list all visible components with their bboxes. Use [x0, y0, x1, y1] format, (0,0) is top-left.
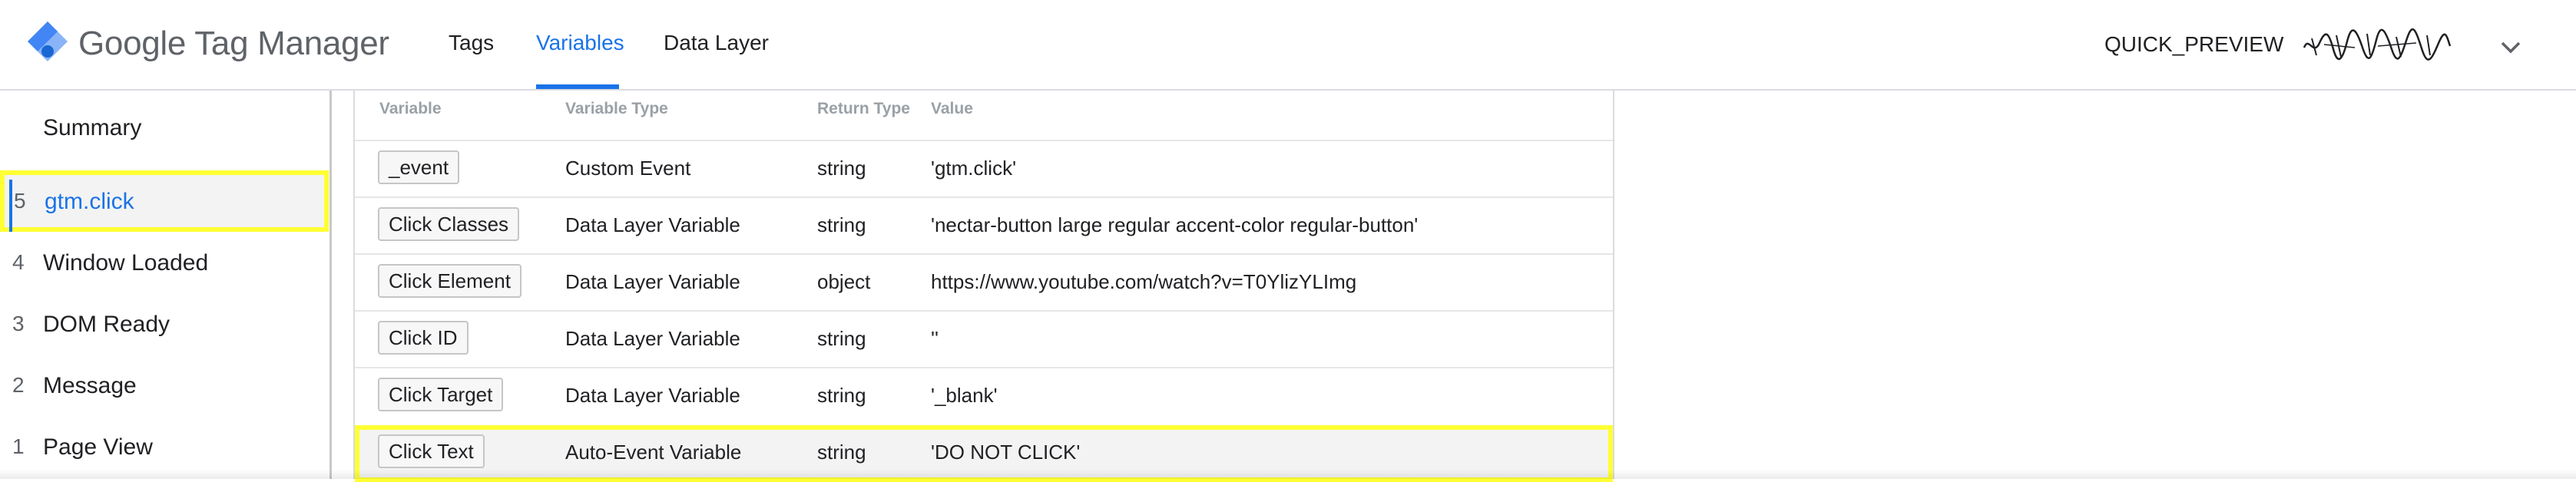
- sidebar-item-page-view[interactable]: 1 Page View: [0, 416, 329, 477]
- return-type-cell: string: [817, 327, 866, 350]
- column-header-variable: Variable: [379, 100, 442, 117]
- column-header-return-type: Return Type: [817, 100, 910, 117]
- chevron-down-icon[interactable]: [2496, 32, 2525, 61]
- table-row: Click ID Data Layer Variable string '': [355, 310, 1613, 367]
- event-number: 3: [12, 312, 25, 335]
- column-header-value: Value: [931, 100, 973, 117]
- variable-type-cell: Custom Event: [565, 157, 691, 180]
- table-row: Click Element Data Layer Variable object…: [355, 253, 1613, 310]
- variable-type-cell: Data Layer Variable: [565, 270, 740, 293]
- return-type-cell: string: [817, 384, 866, 407]
- app-title[interactable]: Google Tag Manager: [78, 25, 389, 63]
- return-type-cell: string: [817, 441, 866, 464]
- sidebar-item-summary[interactable]: Summary: [0, 97, 329, 158]
- sidebar-item-label: Window Loaded: [43, 250, 209, 276]
- top-bar: Google Tag Manager Tags Variables Data L…: [0, 0, 2576, 91]
- sidebar-item-label: Page View: [43, 434, 153, 460]
- return-type-cell: object: [817, 270, 871, 293]
- return-type-cell: string: [817, 157, 866, 180]
- variable-type-cell: Data Layer Variable: [565, 384, 740, 407]
- sidebar-item-label: gtm.click: [45, 189, 134, 214]
- sidebar-item-label: Message: [43, 373, 137, 398]
- variable-chip[interactable]: Click Text: [378, 434, 485, 468]
- bottom-shadow: [0, 470, 2576, 479]
- sidebar-item-label: Summary: [43, 115, 142, 140]
- table-row: Click Classes Data Layer Variable string…: [355, 196, 1613, 253]
- tab-tags[interactable]: Tags: [449, 31, 494, 55]
- tab-data-layer[interactable]: Data Layer: [664, 31, 769, 55]
- value-cell: 'gtm.click': [931, 157, 1017, 180]
- preview-container-label[interactable]: QUICK_PREVIEW: [2104, 32, 2283, 57]
- variable-chip[interactable]: _event: [378, 150, 460, 184]
- tab-variables[interactable]: Variables: [536, 31, 624, 55]
- value-cell: '': [931, 327, 939, 350]
- event-number: 1: [12, 434, 25, 458]
- variable-chip[interactable]: Click Element: [378, 264, 521, 298]
- table-row: _event Custom Event string 'gtm.click': [355, 140, 1613, 196]
- variable-chip[interactable]: Click Classes: [378, 207, 520, 241]
- variable-chip[interactable]: Click Target: [378, 378, 504, 411]
- gtm-diamond-icon: [28, 21, 68, 61]
- value-cell: https://www.youtube.com/watch?v=T0YlizYL…: [931, 270, 1357, 293]
- column-header-variable-type: Variable Type: [565, 100, 668, 117]
- event-sidebar: Summary 5 gtm.click 4 Window Loaded 3 DO…: [0, 91, 332, 479]
- account-signature-icon[interactable]: [2301, 21, 2452, 68]
- variable-type-cell: Data Layer Variable: [565, 213, 740, 236]
- sidebar-item-label: DOM Ready: [43, 312, 171, 337]
- event-number: 4: [12, 250, 25, 274]
- variable-type-cell: Data Layer Variable: [565, 327, 740, 350]
- table-row: Click Target Data Layer Variable string …: [355, 367, 1613, 424]
- return-type-cell: string: [817, 213, 866, 236]
- selected-indicator: [9, 180, 12, 232]
- value-cell: '_blank': [931, 384, 998, 407]
- variable-chip[interactable]: Click ID: [378, 321, 469, 355]
- variables-table: Variable Variable Type Return Type Value…: [353, 91, 1614, 482]
- active-tab-indicator: [536, 84, 619, 89]
- sidebar-item-gtm-click[interactable]: 5 gtm.click: [0, 170, 329, 232]
- value-cell: 'nectar-button large regular accent-colo…: [931, 213, 1419, 236]
- sidebar-item-dom-ready[interactable]: 3 DOM Ready: [0, 293, 329, 355]
- value-cell: 'DO NOT CLICK': [931, 441, 1081, 464]
- sidebar-item-window-loaded[interactable]: 4 Window Loaded: [0, 232, 329, 293]
- sidebar-item-message[interactable]: 2 Message: [0, 355, 329, 416]
- event-number: 5: [14, 189, 26, 213]
- event-number: 2: [12, 373, 25, 397]
- variable-type-cell: Auto-Event Variable: [565, 441, 742, 464]
